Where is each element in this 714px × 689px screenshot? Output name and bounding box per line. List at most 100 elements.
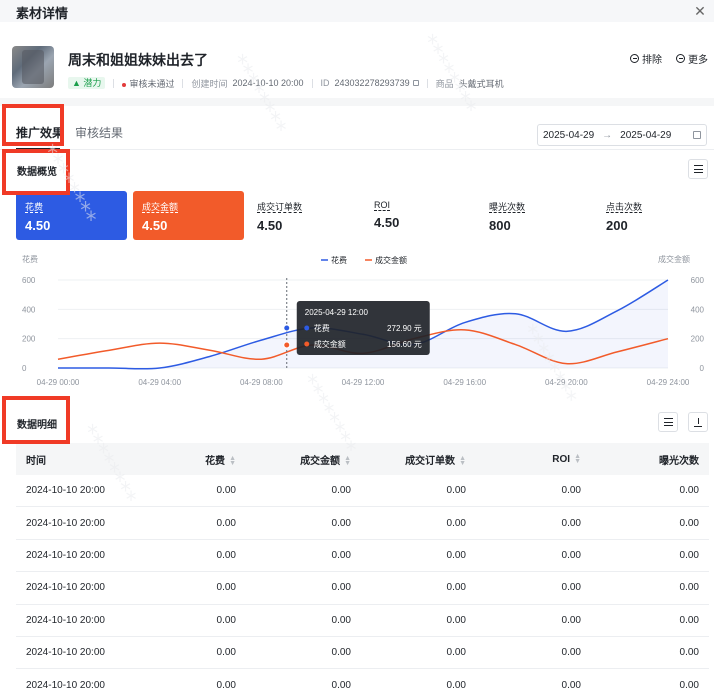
copy-icon[interactable] xyxy=(412,80,419,86)
table-cell: 0.00 xyxy=(679,614,699,626)
table-row[interactable]: 2024-10-10 20:00 0.00 0.00 0.00 0.00 0.00 xyxy=(16,669,709,689)
table-cell: 0.00 xyxy=(331,485,351,497)
tooltip-series-value: 156.60 元 xyxy=(387,340,422,349)
exclude-label: 排除 xyxy=(642,55,662,66)
sort-icon[interactable]: ▲ ▼ xyxy=(574,453,581,465)
tab-review-result[interactable]: 审核结果 xyxy=(75,124,123,141)
tooltip-series-name: 花费 xyxy=(314,323,330,333)
exclude-button[interactable]: 排除 xyxy=(630,51,662,66)
column-header[interactable]: 花费 ▲ ▼ xyxy=(131,452,246,467)
table-row[interactable]: 2024-10-10 20:00 0.00 0.00 0.00 0.00 0.00 xyxy=(16,507,709,540)
x-tick-label: 04-29 04:00 xyxy=(138,378,181,387)
table-row[interactable]: 2024-10-10 20:00 0.00 0.00 0.00 0.00 0.00 xyxy=(16,475,709,508)
metric-label: 曝光次数 xyxy=(489,200,582,213)
column-header[interactable]: 时间 xyxy=(16,452,131,467)
material-thumbnail[interactable] xyxy=(12,46,54,88)
more-button[interactable]: 更多 xyxy=(676,51,708,66)
overview-settings-button[interactable] xyxy=(688,159,708,179)
y-tick-label-right: 400 xyxy=(691,305,705,314)
column-header-label: 成交金额 xyxy=(300,455,341,467)
table-cell: 0.00 xyxy=(446,517,466,529)
table-row[interactable]: 2024-10-10 20:00 0.00 0.00 0.00 0.00 0.00 xyxy=(16,572,709,605)
metric-card-gmv[interactable]: 成交金额 4.50 xyxy=(133,191,244,240)
date-end[interactable]: 2025-04-29 xyxy=(620,130,671,141)
table-cell: 0.00 xyxy=(446,485,466,497)
metric-card-orders[interactable]: 成交订单数 4.50 xyxy=(248,191,359,240)
y-tick-label-left: 0 xyxy=(22,364,27,373)
sort-icon[interactable]: ▲ ▼ xyxy=(459,455,466,467)
date-start[interactable]: 2025-04-29 xyxy=(543,130,594,141)
metric-label-text: 成交订单数 xyxy=(257,202,303,213)
table-cell: 2024-10-10 20:00 xyxy=(26,517,105,529)
table-cell: 2024-10-10 20:00 xyxy=(26,647,105,659)
metric-value: 4.50 xyxy=(142,218,168,233)
column-header[interactable]: 曝光次数 xyxy=(591,452,709,467)
tooltip-dot xyxy=(304,325,310,331)
detail-settings-button[interactable] xyxy=(658,412,678,432)
metric-label-text: 点击次数 xyxy=(606,202,643,213)
column-header[interactable]: 成交订单数 ▲ ▼ xyxy=(361,452,476,467)
dialog-header: 素材详情 ✕ xyxy=(0,0,714,22)
id-value: 243032278293739 xyxy=(334,78,410,88)
created-label: 创建时间 xyxy=(191,78,228,89)
detail-table: 时间 花费 ▲ ▼ 成交金额 ▲ ▼ 成交订单数 ▲ ▼ ROI ▲ ▼ 曝光次数 2024-1… xyxy=(16,443,709,689)
sort-icon[interactable]: ▲ ▼ xyxy=(229,455,236,467)
metric-label-text: 成交金额 xyxy=(142,202,179,213)
divider xyxy=(113,78,115,88)
detail-title: 数据明细 xyxy=(17,420,57,431)
metric-label: 成交金额 xyxy=(142,200,235,213)
date-range-picker[interactable]: 2025-04-29 → 2025-04-29 xyxy=(537,124,707,146)
metric-value: 4.50 xyxy=(257,218,283,233)
table-cell: 0.00 xyxy=(331,517,351,529)
divider xyxy=(426,78,428,88)
table-row[interactable]: 2024-10-10 20:00 0.00 0.00 0.00 0.00 0.00 xyxy=(16,637,709,670)
potential-badge-label: 潜力 xyxy=(83,78,102,88)
close-icon[interactable]: ✕ xyxy=(692,3,708,19)
table-cell: 0.00 xyxy=(216,647,236,659)
column-header-label: 成交订单数 xyxy=(405,455,456,467)
column-header[interactable]: 成交金额 ▲ ▼ xyxy=(246,452,361,467)
review-status: 审核未通过 xyxy=(122,77,174,90)
y-tick-label-left: 400 xyxy=(22,305,36,314)
arrow-right-icon: → xyxy=(602,129,613,141)
more-circle-icon xyxy=(676,54,685,63)
sliders-icon xyxy=(693,165,703,173)
x-tick-label: 04-29 00:00 xyxy=(37,378,80,387)
potential-badge: ▲ 潜力 xyxy=(68,77,106,89)
table-cell: 0.00 xyxy=(679,582,699,594)
metric-label: 花费 xyxy=(25,200,118,213)
sort-icon[interactable]: ▲ ▼ xyxy=(344,455,351,467)
material-actions: 排除 更多 xyxy=(630,51,708,66)
active-tab-indicator xyxy=(16,148,60,150)
table-row[interactable]: 2024-10-10 20:00 0.00 0.00 0.00 0.00 0.00 xyxy=(16,540,709,573)
metric-value: 800 xyxy=(489,218,511,233)
download-button[interactable] xyxy=(688,412,708,432)
table-cell: 0.00 xyxy=(446,549,466,561)
y-tick-label-right: 200 xyxy=(691,335,705,344)
table-cell: 0.00 xyxy=(331,647,351,659)
more-label: 更多 xyxy=(688,55,708,66)
material-title: 周末和姐姐妹妹出去了 xyxy=(68,52,208,68)
table-cell: 0.00 xyxy=(561,647,581,659)
metric-label: ROI xyxy=(374,200,467,211)
tooltip-dot xyxy=(304,341,310,347)
column-header[interactable]: ROI ▲ ▼ xyxy=(476,453,591,465)
table-row[interactable]: 2024-10-10 20:00 0.00 0.00 0.00 0.00 0.00 xyxy=(16,605,709,637)
tooltip-series-value: 272.90 元 xyxy=(387,324,422,333)
metric-card-roi[interactable]: ROI 4.50 xyxy=(365,191,476,240)
table-cell: 0.00 xyxy=(331,614,351,626)
metric-card-spend[interactable]: 花费 4.50 xyxy=(16,191,127,240)
table-cell: 0.00 xyxy=(679,679,699,689)
trend-chart[interactable]: 花费 成交金额花费 成交金额0 0200 200400 400600 60004-29 00… xyxy=(0,250,714,390)
metric-card-impressions[interactable]: 曝光次数 800 xyxy=(480,191,591,240)
column-header-label: ROI xyxy=(552,453,571,465)
table-cell: 0.00 xyxy=(561,549,581,561)
overview-title: 数据概览 xyxy=(17,167,57,178)
table-cell: 0.00 xyxy=(216,549,236,561)
metric-card-clicks[interactable]: 点击次数 200 xyxy=(597,191,708,240)
tab-promotion-effect[interactable]: 推广效果 xyxy=(16,124,64,141)
right-axis-title: 成交金额 xyxy=(658,254,690,264)
table-cell: 0.00 xyxy=(216,517,236,529)
table-cell: 0.00 xyxy=(561,517,581,529)
table-cell: 0.00 xyxy=(446,679,466,689)
